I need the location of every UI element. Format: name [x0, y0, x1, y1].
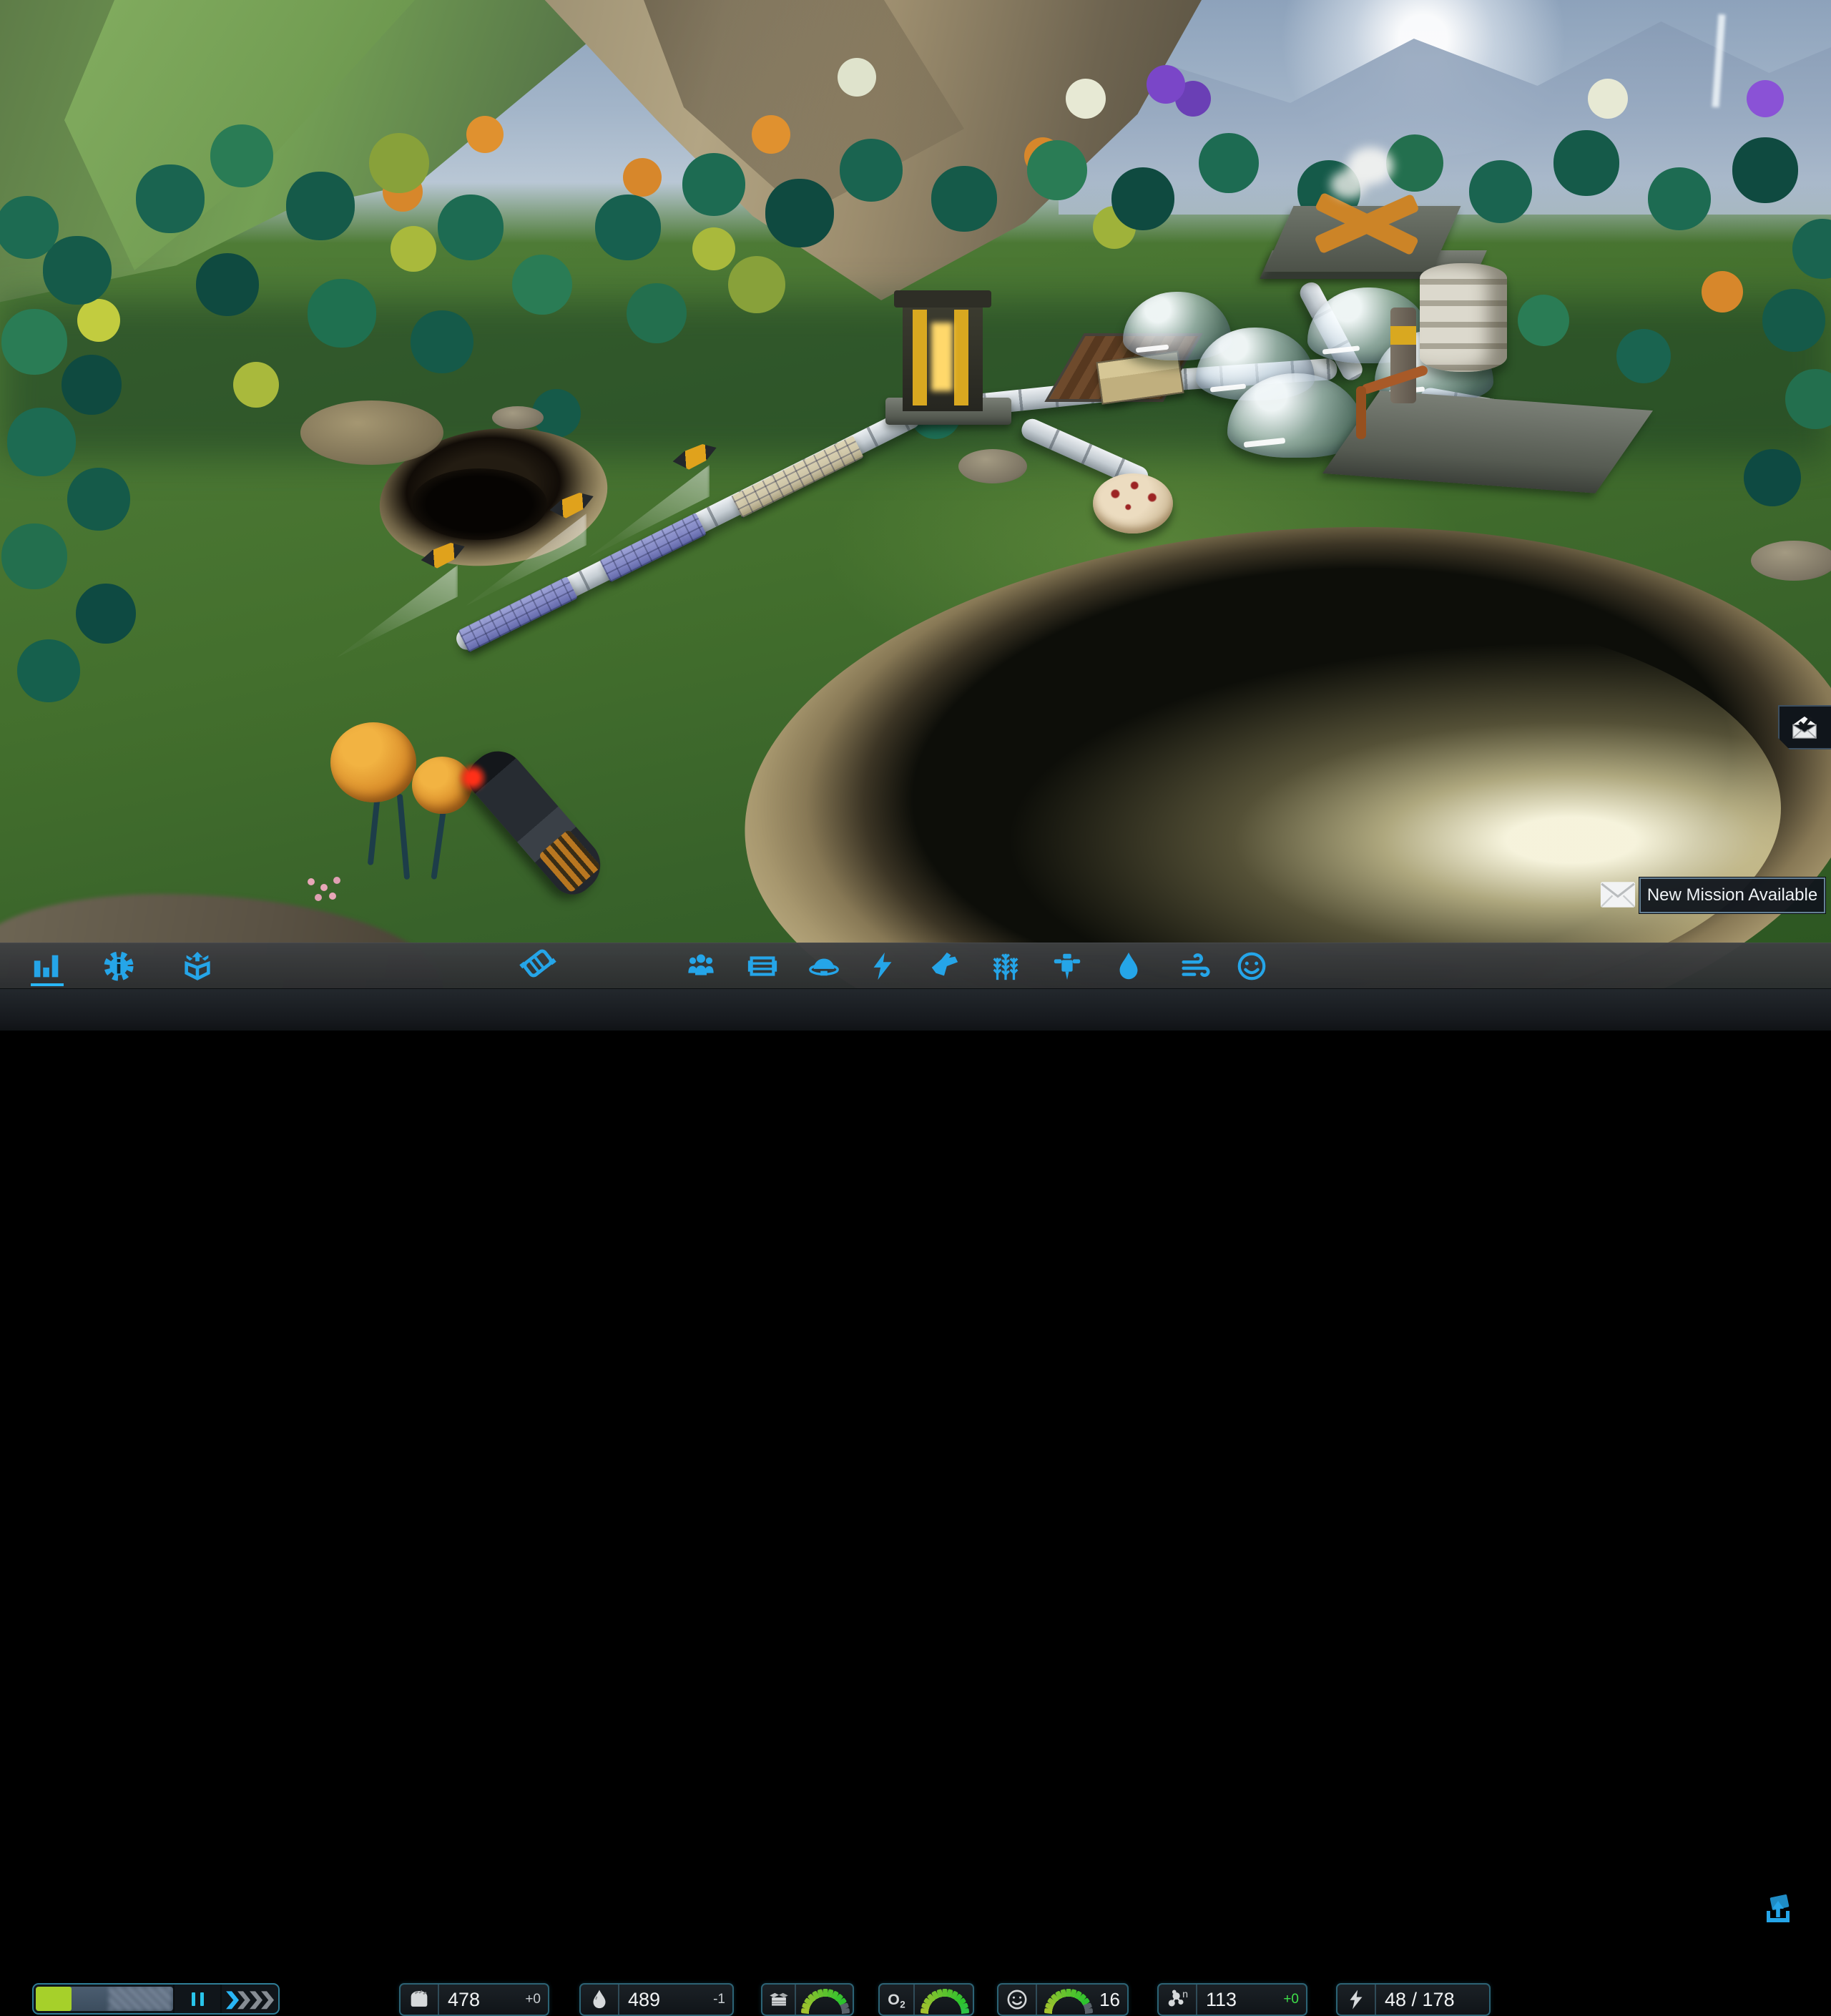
rock: [1751, 541, 1831, 581]
svg-text:2: 2: [900, 1999, 905, 2010]
lightning-icon: [866, 950, 899, 983]
rock: [958, 449, 1027, 483]
svg-text:n: n: [1182, 1989, 1188, 2000]
air-overlay-button[interactable]: [1177, 948, 1214, 985]
wheat-icon: [989, 950, 1022, 983]
people-icon: [684, 950, 717, 983]
resources-button[interactable]: [179, 948, 216, 985]
oxygen-gauge-box[interactable]: O 2: [878, 1983, 974, 2016]
nanites-delta: +0: [1283, 1985, 1306, 2015]
notification-text: New Mission Available: [1647, 885, 1817, 905]
sol-progress-fill: [36, 1987, 72, 2011]
rust-pipe: [1356, 386, 1366, 439]
smiley-icon: [1235, 950, 1268, 983]
open-envelope-check-icon: [1790, 714, 1820, 741]
nanites-value: 113: [1197, 1985, 1283, 2015]
smiley-icon: [998, 1985, 1037, 2015]
bread-icon: [401, 1985, 439, 2015]
molecule-n-icon: n: [1159, 1985, 1197, 2015]
droplet-icon: [581, 1985, 619, 2015]
forest-trees: [0, 0, 26, 26]
rock: [492, 406, 544, 429]
processor-tower-top: [894, 290, 991, 308]
oxygen-gauge: [921, 1987, 968, 2015]
small-crater-hole: [411, 468, 547, 540]
orange-balloon-plant: [330, 722, 416, 802]
morale-gauge-box[interactable]: 16: [997, 1983, 1129, 2016]
habitat-overlay-button[interactable]: [805, 948, 843, 985]
fast-forward-button[interactable]: ❯❯❯❯: [222, 1985, 278, 2013]
pause-button[interactable]: [175, 1985, 220, 2013]
colonists-overlay-button[interactable]: [682, 948, 720, 985]
cargo-pod[interactable]: [460, 740, 612, 903]
trade-export-button[interactable]: [1758, 1890, 1798, 1929]
sol-progress-track: [36, 1987, 173, 2011]
mission-mail-tab[interactable]: [1778, 705, 1831, 749]
water-counter[interactable]: 489 -1: [579, 1983, 734, 2016]
food-counter[interactable]: 478 +0: [399, 1983, 549, 2016]
wind-icon: [1179, 950, 1212, 983]
notification-tooltip[interactable]: New Mission Available: [1639, 877, 1825, 913]
alien-creature: [1093, 473, 1173, 533]
colony-info-button[interactable]: [100, 948, 137, 985]
water-delta: -1: [713, 1985, 732, 2015]
power-value: 48 / 178: [1376, 1985, 1489, 2015]
steam-plume: [1348, 147, 1393, 185]
nanites-counter[interactable]: n 113 +0: [1157, 1983, 1307, 2016]
bar-chart-icon: [31, 950, 64, 983]
svg-text:O: O: [888, 1991, 900, 2008]
power-overlay-button[interactable]: [864, 948, 901, 985]
export-tray-icon: [1761, 1892, 1795, 1927]
processor-tower[interactable]: [903, 304, 983, 411]
drone-icon: [928, 950, 961, 983]
statistics-button[interactable]: [29, 948, 66, 985]
dome-icon: [807, 950, 840, 983]
pause-icon: [200, 1992, 204, 2006]
construction-bed-icon: [511, 936, 564, 990]
morale-value: 16: [1099, 1985, 1127, 2015]
farming-overlay-button[interactable]: [987, 948, 1024, 985]
storage-gauge-box[interactable]: [761, 1983, 854, 2016]
o2-icon: O 2: [880, 1985, 915, 2015]
plant-stem: [397, 794, 410, 880]
water-value: 489: [619, 1985, 713, 2015]
crates-icon: [746, 950, 779, 983]
game-world-viewport[interactable]: [0, 0, 1831, 1030]
morale-gauge: [1043, 1987, 1095, 2015]
storage-gauge: [802, 1987, 848, 2015]
pipe-tower: [1390, 308, 1416, 403]
drone-spray-beam: [336, 565, 458, 658]
main-toolbar: [0, 943, 1831, 989]
resource-flow-icon: [181, 950, 214, 983]
speed-control: ❯❯❯❯: [32, 1983, 280, 2015]
water-overlay-button[interactable]: [1110, 948, 1147, 985]
rock-mound: [300, 400, 443, 465]
storage-overlay-button[interactable]: [744, 948, 781, 985]
open-crate-icon: [762, 1985, 796, 2015]
gear-info-icon: [102, 950, 135, 983]
lightning-icon: [1337, 1985, 1376, 2015]
jackhammer-icon: [1051, 950, 1084, 983]
food-value: 478: [439, 1985, 525, 2015]
pink-flowers: [308, 878, 315, 885]
water-drop-icon: [1112, 950, 1145, 983]
closed-envelope-icon: [1599, 881, 1636, 908]
morale-overlay-button[interactable]: [1233, 948, 1270, 985]
power-counter[interactable]: 48 / 178: [1336, 1983, 1491, 2016]
tank-stack[interactable]: [1420, 263, 1507, 372]
drones-overlay-button[interactable]: [926, 948, 963, 985]
solar-panel-segment: [458, 576, 577, 652]
food-delta: +0: [525, 1985, 548, 2015]
pause-icon: [192, 1992, 195, 2006]
obscured-label: [109, 1987, 172, 2011]
resource-status-bar: ❯❯❯❯ 478 +0 489 -1: [0, 988, 1831, 1031]
mining-overlay-button[interactable]: [1049, 948, 1086, 985]
pipe-tower-band: [1390, 326, 1416, 345]
construction-button[interactable]: [519, 945, 556, 982]
